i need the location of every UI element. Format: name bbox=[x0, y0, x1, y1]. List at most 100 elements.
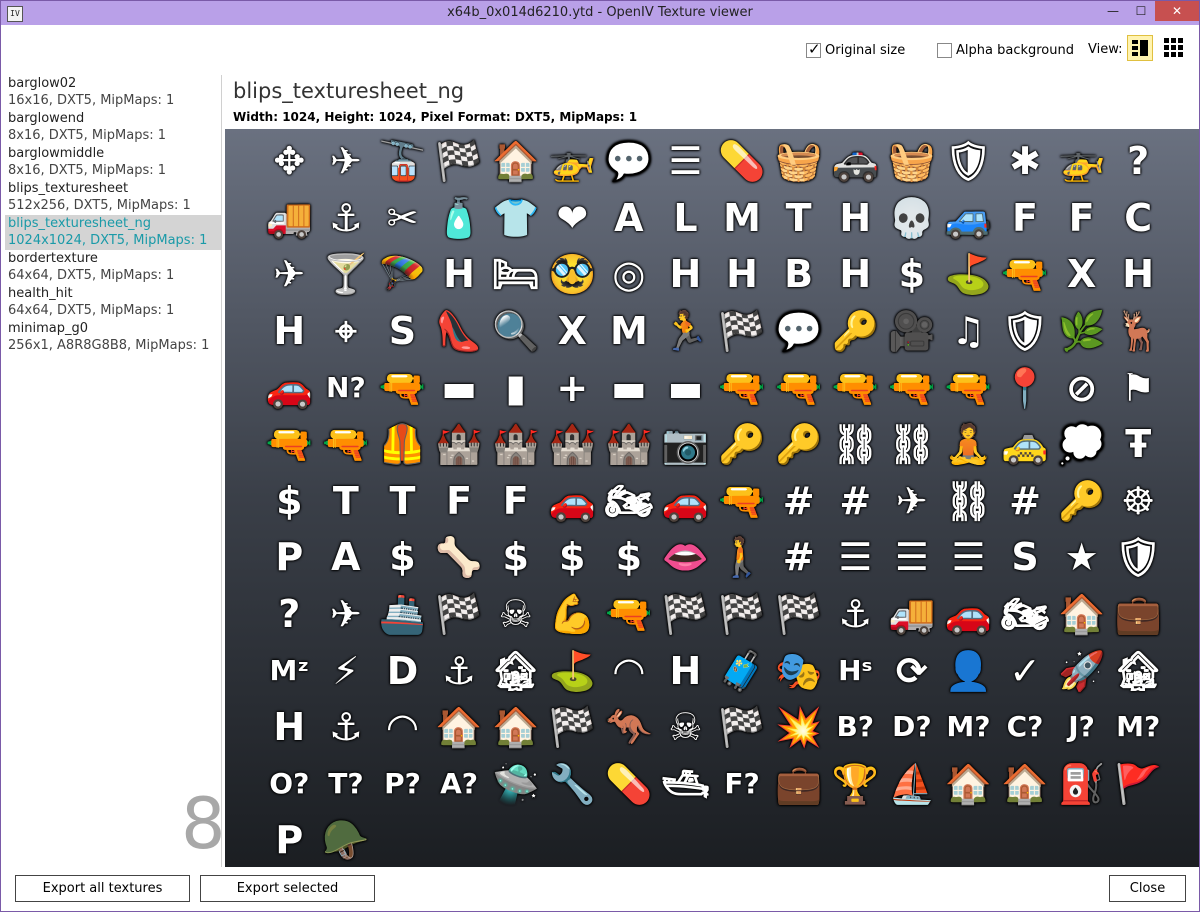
blip-icon: 🏠 bbox=[492, 139, 540, 184]
blip-icon: ? bbox=[278, 592, 301, 637]
blip-icon: # bbox=[839, 478, 872, 523]
blip-icon: 🏁 bbox=[718, 309, 766, 354]
blip-icon: 🏁 bbox=[718, 705, 766, 750]
blip-icon: Ŧ bbox=[1125, 422, 1152, 467]
blip-icon: H bbox=[669, 648, 702, 693]
blip-icon: 🎥 bbox=[888, 309, 936, 354]
texture-list-item[interactable]: barglowend 8x16, DXT5, MipMaps: 1 bbox=[5, 110, 221, 145]
blip-icon: ✈ bbox=[895, 478, 928, 523]
blip-icon: 🚁 bbox=[548, 139, 596, 184]
blip-icon: ⟳ bbox=[895, 648, 928, 693]
blip-icon: 💪 bbox=[548, 592, 596, 637]
blip-icon: 🔫 bbox=[944, 365, 993, 410]
blip-icon: ✈ bbox=[273, 252, 306, 297]
blip-icon: T bbox=[389, 478, 416, 523]
maximize-icon[interactable]: ☐ bbox=[1127, 1, 1155, 21]
blip-icon: 🚗 bbox=[265, 365, 313, 410]
blip-icon: 🪖 bbox=[322, 818, 370, 863]
blip-icon: 🏁 bbox=[718, 592, 766, 637]
blip-icon: 🔧 bbox=[548, 761, 596, 806]
blip-icon: T bbox=[785, 195, 812, 240]
blip-icon: ▬ bbox=[610, 365, 647, 410]
close-button[interactable]: Close bbox=[1109, 875, 1186, 902]
texture-header: blips_texturesheet_ng Width: 1024, Heigh… bbox=[222, 75, 1199, 131]
checkbox-checked-icon[interactable] bbox=[806, 40, 821, 58]
blip-icon: 🏚 bbox=[491, 648, 540, 693]
blip-icon: ⊘ bbox=[1065, 365, 1098, 410]
texture-name: barglow02 bbox=[8, 76, 77, 91]
texture-list-item[interactable]: barglowmiddle 8x16, DXT5, MipMaps: 1 bbox=[5, 145, 221, 180]
blip-icon: 🌿 bbox=[1057, 309, 1106, 354]
original-size-checkbox[interactable]: Original size bbox=[806, 40, 905, 60]
blip-icon: H bbox=[839, 195, 872, 240]
texture-list[interactable]: barglow02 16x16, DXT5, MipMaps: 1 barglo… bbox=[5, 75, 226, 867]
blip-icon: 🧳 bbox=[718, 648, 766, 693]
blip-icon: ⛽ bbox=[1057, 761, 1106, 806]
blip-icon: 💥 bbox=[774, 705, 823, 750]
close-window-icon[interactable]: ✕ bbox=[1155, 1, 1199, 21]
grid-view-icon bbox=[1164, 38, 1183, 57]
blip-icon: 🏠 bbox=[1057, 592, 1106, 637]
texture-name: minimap_g0 bbox=[8, 321, 89, 336]
blip-icon: F? bbox=[724, 766, 760, 800]
blip-icon: J? bbox=[1068, 710, 1095, 744]
texture-list-item[interactable]: health_hit 64x64, DXT5, MipMaps: 1 bbox=[5, 285, 221, 320]
blip-icon: 🚡 bbox=[378, 139, 427, 184]
title-bar[interactable]: IV x64b_0x014d6210.ytd - OpenIV Texture … bbox=[1, 1, 1199, 25]
blip-icon: 🧺 bbox=[774, 139, 823, 184]
blip-icon: O? bbox=[269, 766, 310, 800]
blip-icon: 🏁 bbox=[435, 139, 483, 184]
texture-list-item-selected[interactable]: blips_texturesheet_ng 1024x1024, DXT5, M… bbox=[5, 215, 221, 250]
texture-preview[interactable]: ✥ ✈ 🚡 🏁 🏠 🚁 💬 ☰ 💊 🧺 🚓 🧺 🛡 ✱ 🚁? 🚚 ⚓ ✂ 🧴 👕 ❤ A L M T H 💀 🚙 F F C ✈ 🍸 🪂 H 🛏 🥸 ◎ H… bbox=[225, 129, 1199, 867]
blip-icon: 🔫 bbox=[718, 478, 766, 523]
blip-icon: ✂ bbox=[386, 195, 419, 240]
blip-icon: H bbox=[1122, 252, 1155, 297]
texture-list-item[interactable]: blips_texturesheet 512x256, DXT5, MipMap… bbox=[5, 180, 221, 215]
blip-icon: 💼 bbox=[1114, 592, 1162, 637]
blip-icon: M bbox=[723, 195, 761, 240]
blip-icon: # bbox=[782, 478, 815, 523]
texture-list-item[interactable]: barglow02 16x16, DXT5, MipMaps: 1 bbox=[5, 75, 221, 110]
blip-icon: 🦴 bbox=[435, 535, 483, 580]
view-list-button[interactable] bbox=[1127, 35, 1153, 61]
alpha-background-checkbox[interactable]: Alpha background bbox=[937, 40, 1074, 60]
blip-icon: 💀 bbox=[888, 195, 936, 240]
blip-icon: # bbox=[782, 535, 815, 580]
texture-list-item[interactable]: bordertexture 64x64, DXT5, MipMaps: 1 bbox=[5, 250, 221, 285]
blip-icon: ◎ bbox=[612, 252, 646, 297]
blip-icon: # bbox=[1009, 478, 1041, 523]
blip-icon: 🏚 bbox=[1114, 648, 1163, 693]
blip-icon: 🚚 bbox=[265, 195, 313, 240]
minimize-icon[interactable]: — bbox=[1099, 1, 1127, 21]
blip-icon: $ bbox=[898, 252, 926, 297]
blip-icon: 🛡 bbox=[1000, 309, 1050, 354]
blip-icon: 🚢 bbox=[378, 592, 427, 637]
blip-icon: 👕 bbox=[492, 195, 540, 240]
blip-icon: $ bbox=[502, 535, 529, 580]
texture-list-item[interactable]: minimap_g0 256x1, A8R8G8B8, MipMaps: 1 bbox=[5, 320, 221, 355]
blip-icon: 🚕 bbox=[1001, 422, 1049, 467]
blip-icon: ⚓ bbox=[442, 648, 477, 693]
blip-icon: 🏠 bbox=[1001, 761, 1049, 806]
blip-icon: ⛓ bbox=[944, 478, 993, 523]
texture-info: 64x64, DXT5, MipMaps: 1 bbox=[8, 303, 175, 318]
checkbox-unchecked-icon[interactable] bbox=[937, 42, 952, 58]
export-all-button[interactable]: Export all textures bbox=[15, 875, 190, 902]
blip-icon: X bbox=[557, 309, 587, 354]
blip-icon: ⌖ bbox=[335, 309, 357, 354]
blip-icon: 🦌 bbox=[1114, 309, 1162, 354]
blip-icon: ☰ bbox=[838, 535, 873, 580]
blip-icon: ☠ bbox=[668, 705, 703, 750]
view-grid-button[interactable] bbox=[1161, 35, 1187, 61]
blip-icon: ▮ bbox=[505, 365, 527, 410]
blip-icon: T? bbox=[328, 766, 364, 800]
texture-name: bordertexture bbox=[8, 251, 98, 266]
blip-icon: 🎭 bbox=[774, 648, 823, 693]
blip-icon: ✓ bbox=[1009, 648, 1041, 693]
blip-icon: 🔫 bbox=[1001, 252, 1049, 297]
blip-icon: 💼 bbox=[774, 761, 823, 806]
export-selected-button[interactable]: Export selected bbox=[200, 875, 375, 902]
blip-icon: 🔫 bbox=[605, 592, 653, 637]
blip-icon: 🏠 bbox=[492, 705, 540, 750]
blip-icon: 🔫 bbox=[718, 365, 766, 410]
